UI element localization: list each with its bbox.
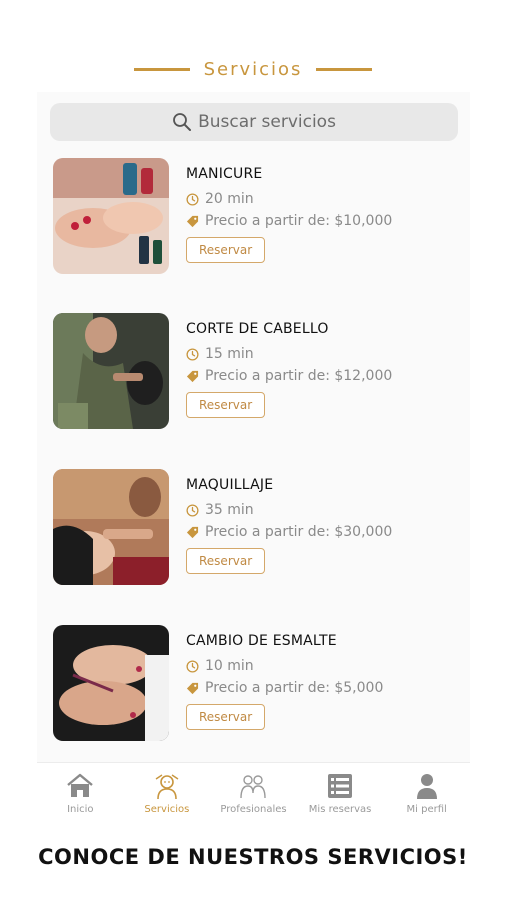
- service-image-manicure: [53, 158, 169, 274]
- service-duration: 35 min: [205, 502, 254, 518]
- service-duration-row: 15 min: [186, 343, 392, 365]
- service-image-maquillaje: [53, 469, 169, 585]
- tab-label: Mis reservas: [308, 804, 372, 815]
- search-icon: [173, 113, 192, 131]
- reserve-button[interactable]: Reservar: [186, 392, 266, 418]
- service-duration-row: 10 min: [186, 655, 383, 677]
- service-image-cambio-de-esmalte: [53, 625, 169, 741]
- service-price-row: Precio a partir de: $12,000: [186, 365, 392, 387]
- reserve-button[interactable]: Reservar: [186, 237, 266, 263]
- service-name: MAQUILLAJE: [186, 477, 274, 493]
- tab-label: Mi perfil: [406, 804, 447, 815]
- clock-icon: [186, 503, 199, 517]
- service-price: Precio a partir de: $30,000: [205, 524, 393, 540]
- service-price-row: Precio a partir de: $5,000: [186, 677, 383, 699]
- reserve-button[interactable]: Reservar: [186, 548, 266, 574]
- service-card-corte-de-cabello: CORTE DE CABELLO 15 min Precio a partir …: [53, 313, 463, 431]
- service-name: CORTE DE CABELLO: [186, 321, 329, 337]
- service-duration-row: 20 min: [186, 188, 392, 210]
- professionals-icon: [240, 775, 267, 799]
- price-tag-icon: [186, 682, 199, 694]
- home-icon: [67, 773, 94, 797]
- service-duration-row: 35 min: [186, 499, 392, 521]
- service-name: CAMBIO DE ESMALTE: [186, 633, 337, 649]
- tab-label: Servicios: [144, 804, 190, 815]
- header-rule-right: [316, 67, 373, 71]
- service-price-row: Precio a partir de: $10,000: [186, 210, 392, 232]
- profile-icon: [416, 774, 437, 799]
- price-tag-icon: [186, 370, 199, 382]
- service-price: Precio a partir de: $5,000: [205, 680, 384, 696]
- service-price-row: Precio a partir de: $30,000: [186, 521, 392, 543]
- tab-label: Inicio: [67, 804, 94, 815]
- service-name: MANICURE: [186, 166, 263, 182]
- tab-inicio[interactable]: Inicio: [37, 763, 124, 822]
- tab-label: Profesionales: [220, 804, 287, 815]
- tab-profesionales[interactable]: Profesionales: [210, 763, 297, 822]
- service-duration: 20 min: [205, 191, 254, 207]
- service-card-maquillaje: MAQUILLAJE 35 min Precio a partir de: $3…: [53, 469, 463, 587]
- tab-mis-reservas[interactable]: Mis reservas: [297, 763, 384, 822]
- reserve-button[interactable]: Reservar: [186, 704, 266, 730]
- search-input[interactable]: Buscar servicios: [198, 112, 336, 132]
- promo-caption: CONOCE DE NUESTROS SERVICIOS!: [38, 845, 468, 869]
- service-duration: 10 min: [205, 658, 254, 674]
- search-bar[interactable]: Buscar servicios: [50, 103, 458, 141]
- clock-icon: [186, 192, 199, 206]
- section-header: Servicios: [0, 56, 506, 82]
- service-price: Precio a partir de: $12,000: [205, 368, 393, 384]
- service-card-cambio-de-esmalte: CAMBIO DE ESMALTE 10 min Precio a partir…: [53, 625, 463, 743]
- service-duration: 15 min: [205, 346, 254, 362]
- service-price: Precio a partir de: $10,000: [205, 213, 393, 229]
- clock-icon: [186, 659, 199, 673]
- bottom-tab-bar: Inicio Servicios Profesionales Mis reser…: [37, 762, 470, 822]
- services-icon: [155, 774, 179, 800]
- service-image-corte-de-cabello: [53, 313, 169, 429]
- price-tag-icon: [186, 526, 199, 538]
- tab-mi-perfil[interactable]: Mi perfil: [383, 763, 470, 822]
- header-rule-left: [133, 67, 190, 71]
- reservations-icon: [328, 774, 353, 798]
- price-tag-icon: [186, 215, 199, 227]
- clock-icon: [186, 347, 199, 361]
- tab-servicios[interactable]: Servicios: [124, 763, 211, 822]
- page-title: Servicios: [203, 58, 303, 80]
- service-card-manicure: MANICURE 20 min Precio a partir de: $10,…: [53, 158, 463, 276]
